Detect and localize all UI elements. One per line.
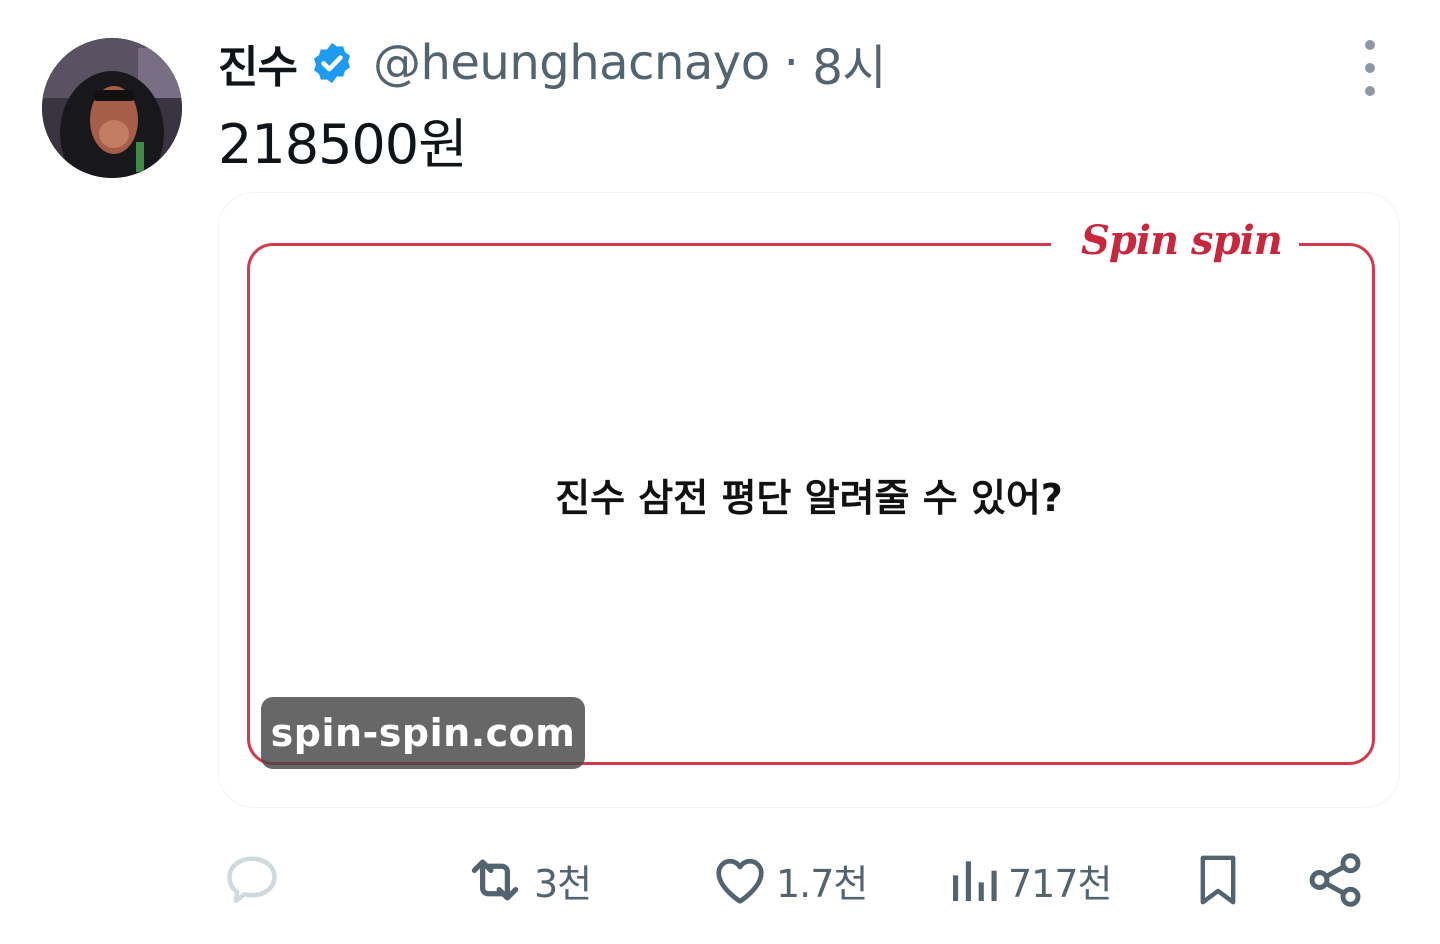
timestamp[interactable]: 8시	[812, 28, 886, 98]
share-button[interactable]	[1304, 840, 1366, 920]
action-bar: 3천 1.7천 717천	[0, 840, 1440, 920]
reply-button[interactable]	[222, 840, 282, 920]
share-icon	[1304, 849, 1366, 911]
tweet: 진수 @heunghacnayo · 8시 218500원 Spin spin …	[0, 0, 1440, 944]
views-count: 717천	[1008, 861, 1112, 906]
retweet-button[interactable]: 3천	[462, 840, 592, 920]
views-chart-icon	[946, 850, 1002, 910]
heart-icon	[710, 850, 770, 910]
avatar[interactable]	[42, 38, 182, 178]
retweet-count: 3천	[534, 861, 592, 906]
like-button[interactable]: 1.7천	[710, 840, 868, 920]
like-count: 1.7천	[776, 861, 868, 906]
display-name[interactable]: 진수	[218, 31, 298, 95]
views-button[interactable]: 717천	[946, 840, 1112, 920]
separator-dot: ·	[783, 35, 799, 91]
reply-icon	[222, 850, 282, 910]
avatar-image	[42, 38, 182, 178]
tweet-text: 218500원	[218, 113, 468, 176]
retweet-icon	[462, 847, 528, 913]
verified-badge-icon	[309, 40, 355, 86]
more-vertical-icon[interactable]	[1350, 40, 1390, 96]
question-text: 진수 삼전 평단 알려줄 수 있어?	[555, 476, 1063, 520]
watermark-badge: spin-spin.com	[261, 697, 585, 769]
bookmark-button[interactable]	[1190, 840, 1246, 920]
media-image[interactable]: Spin spin 진수 삼전 평단 알려줄 수 있어? spin-spin.c…	[218, 192, 1400, 808]
tweet-header: 진수 @heunghacnayo · 8시	[218, 28, 887, 98]
user-handle[interactable]: @heunghacnayo	[373, 35, 770, 91]
brand-logo: Spin spin	[1081, 217, 1283, 264]
bookmark-icon	[1190, 848, 1246, 912]
